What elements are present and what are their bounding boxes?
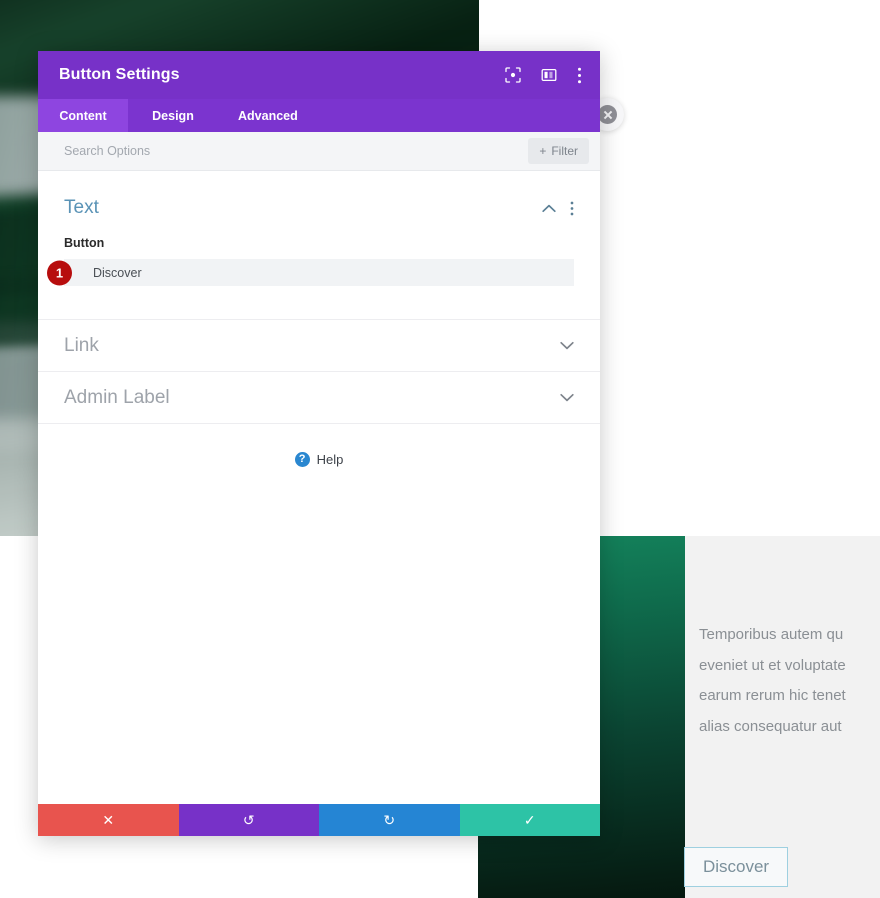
button-field-label: Button	[64, 236, 105, 250]
modal-body: Text Button Discover 1 Link Admin Label …	[38, 171, 600, 804]
section-admin-label[interactable]: Admin Label	[38, 371, 600, 423]
page-title: Button Settings	[59, 66, 180, 83]
tab-design[interactable]: Design	[128, 99, 218, 132]
plus-icon: +	[539, 144, 547, 158]
help-label: Help	[316, 452, 344, 467]
modal-header: Button Settings	[38, 51, 600, 99]
page-discover-button[interactable]: Discover	[684, 847, 788, 887]
paragraph-line: earum rerum hic tenet	[699, 687, 846, 704]
tab-content[interactable]: Content	[38, 99, 128, 132]
paragraph-line: Temporibus autem qu	[699, 626, 844, 643]
focus-icon[interactable]	[505, 67, 521, 83]
cancel-button[interactable]: ✕	[38, 804, 179, 836]
button-settings-modal: Button Settings Content Design Advanced …	[38, 51, 600, 836]
section-admin-label-title: Admin Label	[64, 386, 170, 408]
undo-button[interactable]: ↺	[178, 804, 319, 836]
section-text-header[interactable]: Text	[64, 197, 574, 219]
layout-columns-icon[interactable]	[541, 67, 557, 83]
screen: Temporibus autem qu eveniet ut et volupt…	[0, 0, 880, 898]
search-bar: + Filter	[38, 132, 600, 171]
section-link-title: Link	[64, 334, 99, 356]
modal-footer: ✕ ↺ ↻ ✓	[38, 804, 600, 836]
modal-header-actions	[505, 67, 582, 84]
section-link[interactable]: Link	[38, 319, 600, 371]
search-input[interactable]	[64, 144, 529, 158]
step-badge: 1	[47, 260, 72, 285]
redo-button[interactable]: ↻	[319, 804, 460, 836]
button-text-input[interactable]	[64, 259, 574, 286]
chevron-down-icon[interactable]	[560, 393, 574, 402]
modal-tabs: Content Design Advanced	[38, 99, 600, 132]
paragraph-line: alias consequatur aut	[699, 717, 842, 735]
help-row[interactable]: ? Help	[38, 423, 600, 495]
help-icon: ?	[294, 452, 310, 467]
paragraph-line: eveniet ut et voluptate	[699, 656, 846, 674]
tab-advanced[interactable]: Advanced	[218, 99, 318, 132]
more-vertical-icon[interactable]	[570, 201, 574, 216]
chevron-up-icon[interactable]	[542, 204, 556, 213]
section-text: Text Button Discover 1	[38, 171, 600, 319]
page-text-panel: Temporibus autem qu eveniet ut et volupt…	[685, 536, 880, 898]
more-vertical-icon[interactable]	[577, 67, 582, 84]
button-field-wrapper: 1	[47, 259, 574, 286]
filter-button-label: Filter	[551, 144, 578, 158]
save-button[interactable]: ✓	[459, 804, 600, 836]
chevron-down-icon[interactable]	[560, 341, 574, 350]
filter-button[interactable]: + Filter	[528, 138, 589, 164]
section-text-title: Text	[64, 197, 99, 218]
